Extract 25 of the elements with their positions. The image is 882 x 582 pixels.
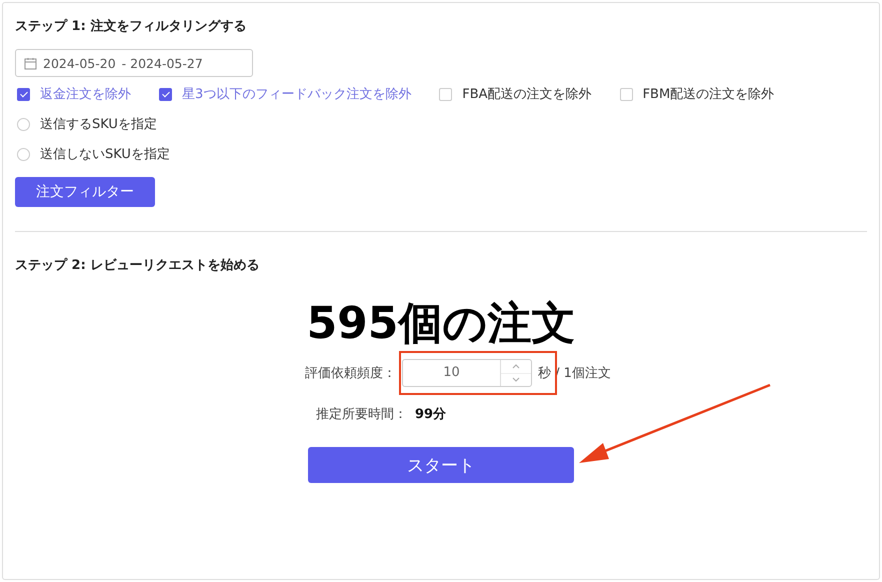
radio-label[interactable]: 送信しないSKUを指定 [40, 145, 170, 163]
checkbox-label[interactable]: FBA配送の注文を除外 [462, 85, 592, 103]
down-chevron-icon[interactable] [512, 377, 520, 382]
checkbox[interactable] [159, 88, 172, 100]
order-count: 595個の注文 [306, 297, 576, 351]
radio-button[interactable] [17, 118, 30, 130]
frequency-input[interactable]: 10 [402, 359, 532, 387]
date-end: - 2024-05-27 [122, 56, 203, 70]
start-button[interactable]: スタート [308, 447, 574, 483]
calendar-icon [24, 56, 37, 70]
frequency-label: 評価依頼頻度： [305, 365, 396, 382]
up-chevron-icon[interactable] [512, 364, 520, 369]
checkbox[interactable] [17, 88, 30, 100]
date-start: 2024-05-20 [43, 56, 116, 70]
estimate-value: 99分 [414, 406, 446, 423]
radio-label[interactable]: 送信するSKUを指定 [40, 115, 157, 133]
checkbox-label[interactable]: 星3つ以下のフィードバック注文を除外 [182, 85, 412, 103]
section-title: ステップ 2: レビューリクエストを始める [15, 256, 260, 274]
section-title: ステップ 1: 注文をフィルタリングする [15, 18, 248, 35]
estimate-label: 推定所要時間： [316, 406, 407, 423]
checkbox-label[interactable]: FBM配送の注文を除外 [642, 85, 774, 103]
radio-button[interactable] [17, 148, 30, 160]
filter-button[interactable]: 注文フィルター [15, 177, 155, 207]
date-range-field[interactable]: 2024-05-20 - 2024-05-27 [15, 49, 253, 77]
checkbox-label[interactable]: 返金注文を除外 [40, 85, 131, 103]
